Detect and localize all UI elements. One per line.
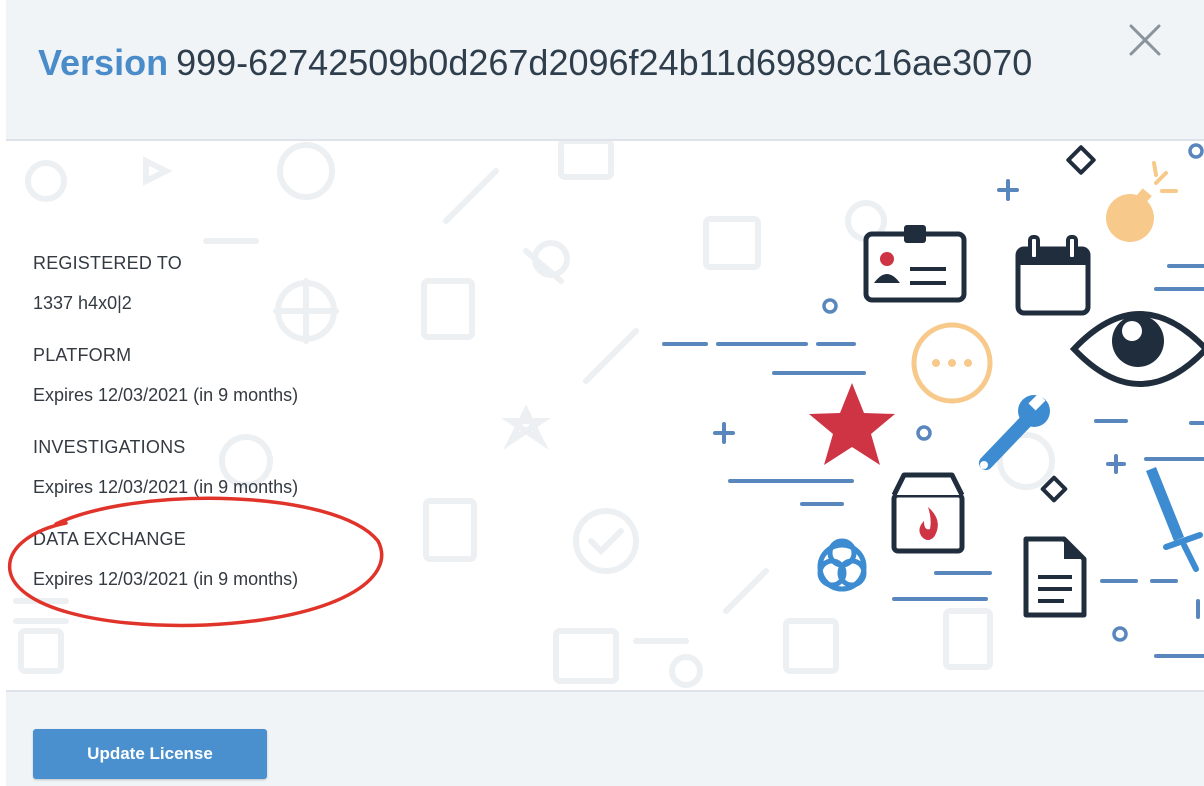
license-modal: Version 999-62742509b0d267d2096f24b11d698…	[0, 0, 1204, 786]
modal-title: Version 999-62742509b0d267d2096f24b11d698…	[38, 40, 1032, 86]
bomb-icon	[1106, 161, 1178, 242]
close-icon	[1129, 24, 1161, 56]
update-license-button[interactable]: Update License	[33, 729, 267, 779]
data-exchange-expiry: Expires 12/03/2021 (in 9 months)	[33, 569, 299, 589]
registered-to-label: REGISTERED TO	[33, 253, 182, 273]
biohazard-icon	[817, 538, 867, 592]
modal-body: REGISTERED TO 1337 h4x0|2 PLATFORM Expir…	[6, 141, 1204, 690]
modal-header: Version 999-62742509b0d267d2096f24b11d698…	[6, 0, 1204, 141]
investigations-expiry: Expires 12/03/2021 (in 9 months)	[33, 477, 299, 497]
eye-icon	[1069, 311, 1204, 387]
data-exchange-label: DATA EXCHANGE	[33, 529, 186, 549]
calendar-icon	[1015, 235, 1091, 316]
close-button[interactable]	[1125, 20, 1165, 60]
wrench-icon	[979, 393, 1050, 470]
title-keyword: Version	[38, 42, 169, 83]
id-card-icon	[863, 225, 967, 303]
modal-footer: Update License	[6, 690, 1204, 786]
license-illustration	[662, 143, 1204, 658]
fire-box-icon	[891, 472, 965, 554]
registered-to-value: 1337 h4x0|2	[33, 293, 132, 313]
version-string: 999-62742509b0d267d2096f24b11d6989cc16ae…	[176, 42, 1033, 83]
star-icon	[809, 383, 895, 465]
document-icon	[1023, 536, 1087, 618]
platform-expiry: Expires 12/03/2021 (in 9 months)	[33, 385, 299, 405]
investigations-label: INVESTIGATIONS	[33, 437, 186, 457]
platform-label: PLATFORM	[33, 345, 132, 365]
chat-bubble-icon	[911, 322, 993, 404]
sword-icon	[1146, 467, 1203, 572]
